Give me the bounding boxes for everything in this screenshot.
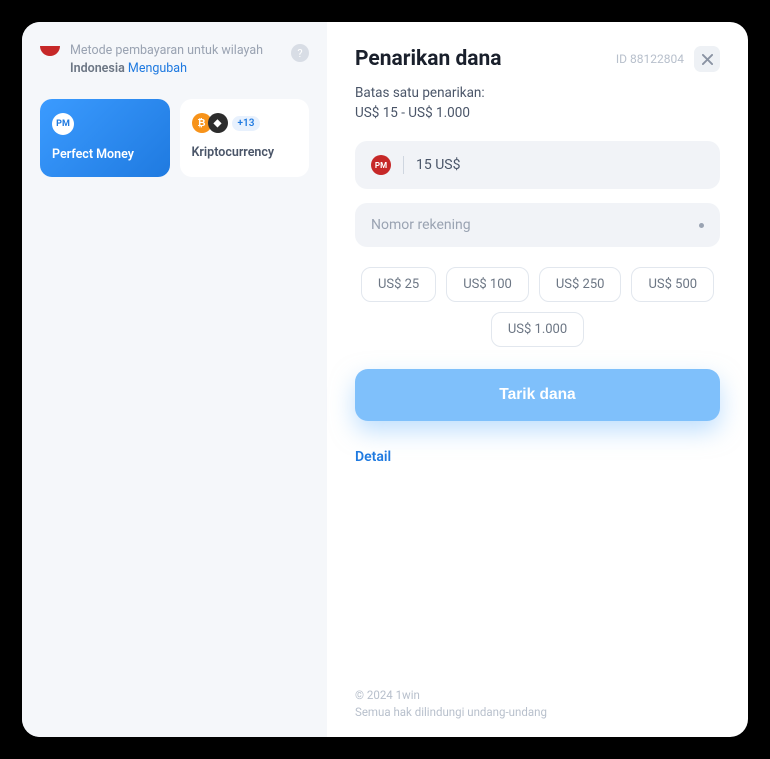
footer-rights: Semua hak dilindungi undang-undang — [355, 704, 720, 721]
detail-link[interactable]: Detail — [355, 449, 720, 465]
payment-method-grid: PM Perfect Money ₿ ◆ +13 Kriptocurrency — [40, 99, 309, 177]
dot-icon — [699, 223, 704, 228]
region-selector: Metode pembayaran untuk wilayah Indonesi… — [40, 42, 309, 77]
limits-range: US$ 15 - US$ 1.000 — [355, 105, 470, 121]
preset-1000[interactable]: US$ 1.000 — [491, 312, 584, 347]
method-icon-row: PM — [52, 113, 158, 135]
account-placeholder: Nomor rekening — [371, 217, 471, 233]
flag-icon — [40, 46, 60, 56]
method-label: Perfect Money — [52, 147, 158, 162]
footer-copyright: © 2024 1win — [355, 687, 720, 704]
method-icon-row: ₿ ◆ +13 — [192, 113, 298, 133]
header-right: ID 88122804 — [616, 46, 720, 72]
method-label: Kriptocurrency — [192, 145, 298, 160]
preset-amounts: US$ 25 US$ 100 US$ 250 US$ 500 US$ 1.000 — [355, 267, 720, 347]
ethereum-icon: ◆ — [208, 113, 228, 133]
amount-value: 15 US$ — [416, 157, 460, 173]
region-text: Metode pembayaran untuk wilayah Indonesi… — [70, 42, 281, 77]
close-icon — [702, 54, 713, 65]
page-title: Penarikan dana — [355, 47, 502, 71]
preset-250[interactable]: US$ 250 — [539, 267, 622, 302]
limits-text: Batas satu penarikan: US$ 15 - US$ 1.000 — [355, 84, 720, 123]
transaction-id: ID 88122804 — [616, 52, 684, 66]
amount-input[interactable]: PM 15 US$ — [355, 141, 720, 189]
footer: © 2024 1win Semua hak dilindungi undang-… — [355, 687, 720, 722]
preset-500[interactable]: US$ 500 — [631, 267, 714, 302]
region-country: Indonesia — [70, 61, 125, 76]
perfect-money-icon: PM — [52, 113, 74, 135]
region-change-link[interactable]: Mengubah — [128, 61, 187, 76]
limits-label: Batas satu penarikan: — [355, 85, 485, 101]
divider — [403, 156, 404, 174]
method-cryptocurrency[interactable]: ₿ ◆ +13 Kriptocurrency — [180, 99, 310, 177]
main-panel: Penarikan dana ID 88122804 Batas satu pe… — [327, 22, 748, 737]
withdrawal-modal: Metode pembayaran untuk wilayah Indonesi… — [22, 22, 748, 737]
preset-100[interactable]: US$ 100 — [446, 267, 529, 302]
region-label: Metode pembayaran untuk wilayah — [70, 43, 263, 58]
perfect-money-icon: PM — [371, 155, 391, 175]
header-row: Penarikan dana ID 88122804 — [355, 46, 720, 72]
account-number-input[interactable]: Nomor rekening — [355, 203, 720, 247]
help-icon[interactable]: ? — [291, 44, 309, 62]
preset-25[interactable]: US$ 25 — [361, 267, 436, 302]
close-button[interactable] — [694, 46, 720, 72]
withdraw-button[interactable]: Tarik dana — [355, 369, 720, 421]
method-perfect-money[interactable]: PM Perfect Money — [40, 99, 170, 177]
sidebar: Metode pembayaran untuk wilayah Indonesi… — [22, 22, 327, 737]
more-count-badge: +13 — [232, 116, 261, 131]
